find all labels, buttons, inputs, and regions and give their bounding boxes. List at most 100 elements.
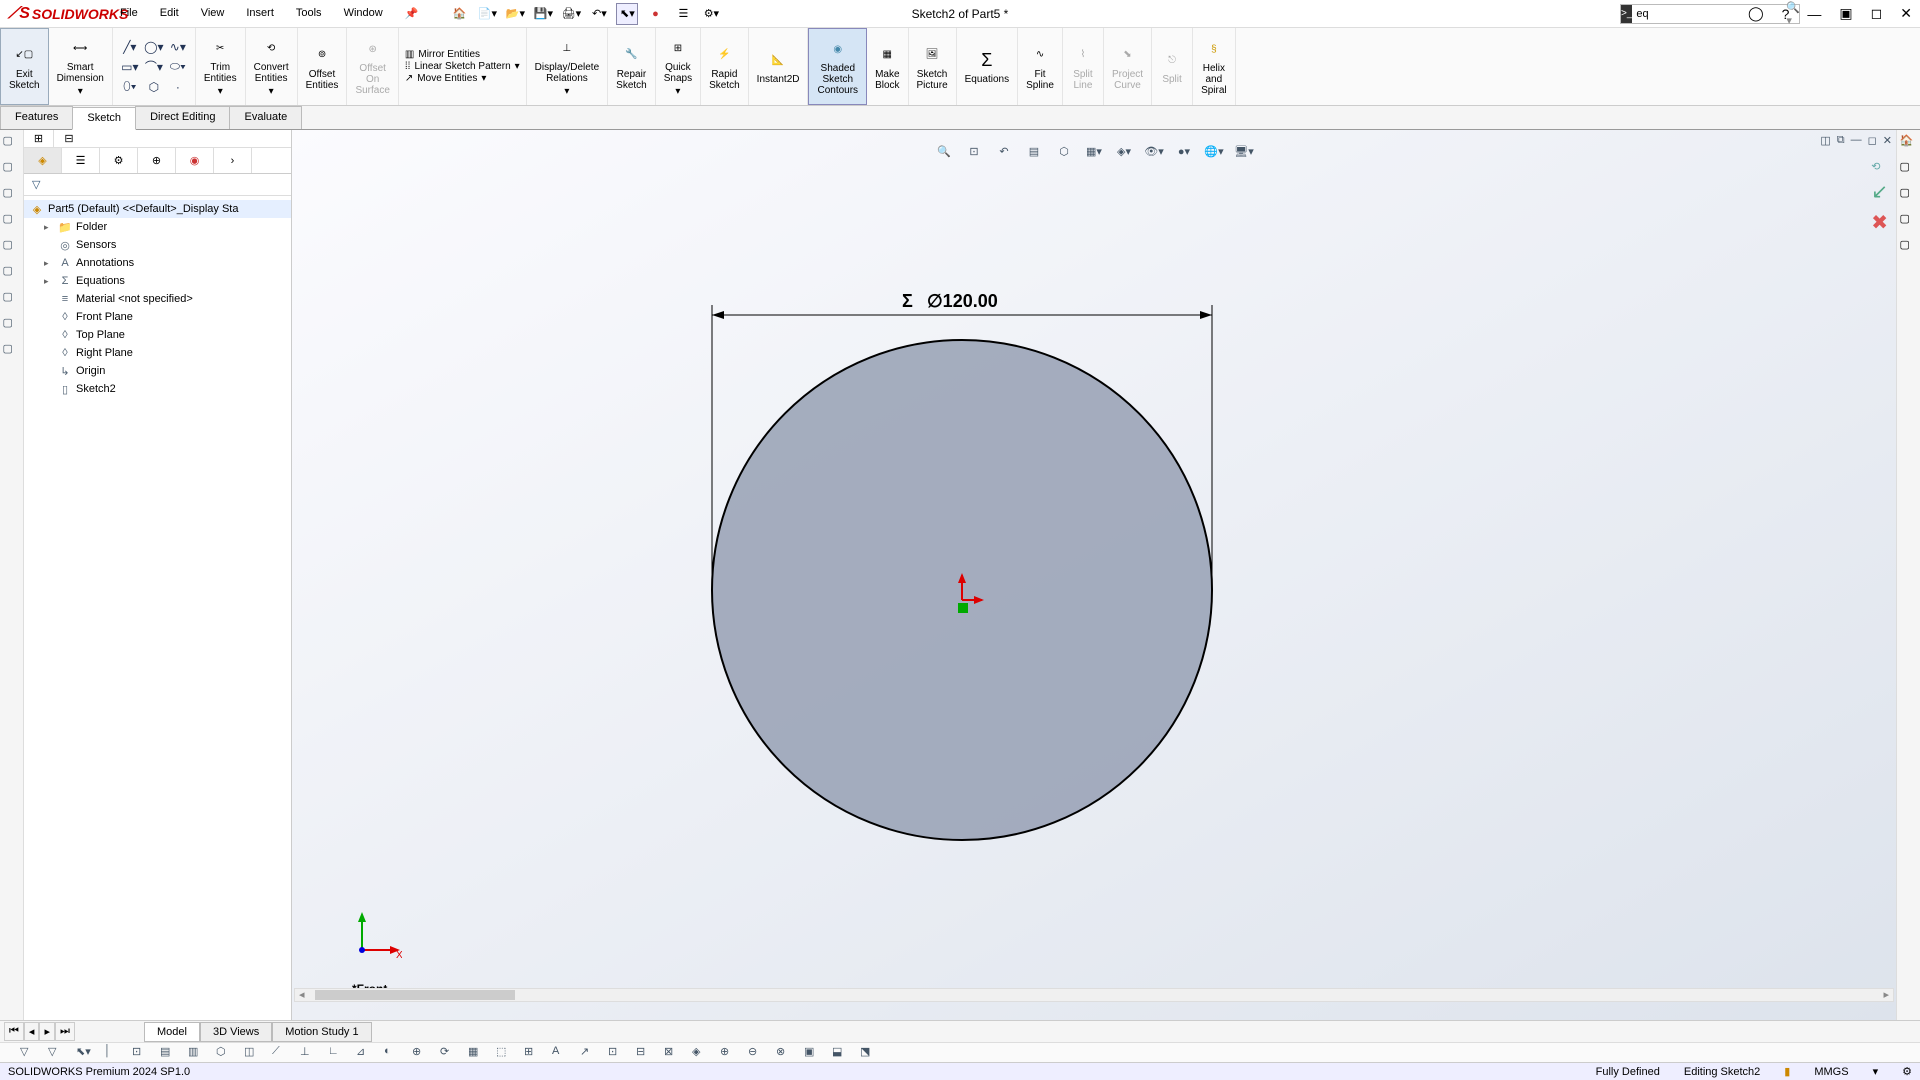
right-rail-icon-2[interactable]: ▢ xyxy=(1900,160,1918,178)
bt-icon-24[interactable]: ⊠ xyxy=(664,1045,682,1061)
tree-item-sensors[interactable]: ◎Sensors xyxy=(24,236,291,254)
polygon-tool-icon[interactable]: ⬡ xyxy=(143,78,165,96)
print-icon[interactable]: 🖨▾ xyxy=(560,3,582,25)
tree-item-front-plane[interactable]: ◊Front Plane xyxy=(24,308,291,326)
vp-min-icon[interactable]: — xyxy=(1851,134,1862,147)
tab-motion-study[interactable]: Motion Study 1 xyxy=(272,1022,371,1042)
minimize-icon[interactable]: — xyxy=(1803,4,1825,24)
rapid-sketch-button[interactable]: ⚡ Rapid Sketch xyxy=(701,28,749,105)
right-rail-icon-3[interactable]: ▢ xyxy=(1900,186,1918,204)
bt-icon-29[interactable]: ▣ xyxy=(804,1045,822,1061)
right-rail-icon-4[interactable]: ▢ xyxy=(1900,212,1918,230)
display-relations-button[interactable]: ⊥ Display/Delete Relations▾ xyxy=(527,28,608,105)
new-doc-icon[interactable]: 📄▾ xyxy=(476,3,498,25)
bt-icon-9[interactable]: ◫ xyxy=(244,1045,262,1061)
ellipse-tool-icon[interactable]: ⬯▾ xyxy=(119,78,141,96)
open-icon[interactable]: 📂▾ xyxy=(504,3,526,25)
tree-item-equations[interactable]: ▸ΣEquations xyxy=(24,272,291,290)
status-units-dropdown-icon[interactable]: ▾ xyxy=(1873,1065,1879,1078)
make-block-button[interactable]: ▦ Make Block xyxy=(867,28,908,105)
scrollbar-thumb[interactable] xyxy=(315,990,515,1000)
bt-icon-25[interactable]: ◈ xyxy=(692,1045,710,1061)
hide-show-icon[interactable]: ◈▾ xyxy=(1113,140,1135,162)
status-flag-icon[interactable]: ▮ xyxy=(1784,1065,1790,1078)
undo-icon[interactable]: ↶▾ xyxy=(588,3,610,25)
menu-pin-icon[interactable]: 📌 xyxy=(395,3,429,24)
menu-window[interactable]: Window xyxy=(334,3,393,24)
tab-next-icon[interactable]: ▸ xyxy=(39,1022,55,1041)
rail-icon-4[interactable]: ▢ xyxy=(3,212,21,230)
restore-icon[interactable]: ▣ xyxy=(1835,3,1856,24)
tree-item-annotations[interactable]: ▸AAnnotations xyxy=(24,254,291,272)
bt-icon-6[interactable]: ▤ xyxy=(160,1045,178,1061)
zoom-area-icon[interactable]: ⊡ xyxy=(963,140,985,162)
fit-spline-button[interactable]: ∿ Fit Spline xyxy=(1018,28,1063,105)
bt-icon-5[interactable]: ⊡ xyxy=(132,1045,150,1061)
tab-features[interactable]: Features xyxy=(0,106,73,129)
rebuild-icon[interactable]: ● xyxy=(644,3,666,25)
line-tool-icon[interactable]: ╱▾ xyxy=(119,38,141,56)
menu-edit[interactable]: Edit xyxy=(150,3,189,24)
menu-insert[interactable]: Insert xyxy=(236,3,284,24)
tree-item-top-plane[interactable]: ◊Top Plane xyxy=(24,326,291,344)
tab-last-icon[interactable]: ⏭ xyxy=(55,1022,75,1041)
rail-icon-7[interactable]: ▢ xyxy=(3,290,21,308)
offset-entities-button[interactable]: ⊚ Offset Entities xyxy=(298,28,348,105)
bt-icon-3[interactable]: ⬉▾ xyxy=(76,1045,94,1061)
horizontal-scrollbar[interactable]: ◂ ▸ xyxy=(294,988,1894,1002)
screen-icon[interactable]: 🖥▾ xyxy=(1233,140,1255,162)
bt-icon-11[interactable]: ⊥ xyxy=(300,1045,318,1061)
status-settings-icon[interactable]: ⚙ xyxy=(1902,1065,1912,1078)
linear-pattern-button[interactable]: ⁞⁞Linear Sketch Pattern▾ xyxy=(405,61,520,72)
fm-more-tab-icon[interactable]: › xyxy=(214,148,252,173)
tab-prev-icon[interactable]: ◂ xyxy=(24,1022,40,1041)
circle-tool-icon[interactable]: ◯▾ xyxy=(143,38,165,56)
exit-sketch-button[interactable]: ↙▢ Exit Sketch xyxy=(0,28,49,105)
vp-link-icon[interactable]: ⧉ xyxy=(1837,134,1845,147)
apply-scene-icon[interactable]: ●▾ xyxy=(1173,140,1195,162)
vp-newwin-icon[interactable]: ◫ xyxy=(1820,134,1830,147)
point-tool-icon[interactable]: · xyxy=(167,78,189,96)
graphics-viewport[interactable]: ◫ ⧉ — ◻ ✕ 🔍 ⊡ ↶ ▤ ⬡ ▦▾ ◈▾ 👁▾ ●▾ 🌐▾ 🖥▾ ⟲ … xyxy=(292,130,1896,1020)
bt-icon-7[interactable]: ▥ xyxy=(188,1045,206,1061)
bt-icon-15[interactable]: ⊕ xyxy=(412,1045,430,1061)
right-rail-icon-5[interactable]: ▢ xyxy=(1900,238,1918,256)
repair-sketch-button[interactable]: 🔧 Repair Sketch xyxy=(608,28,656,105)
bt-icon-23[interactable]: ⊟ xyxy=(636,1045,654,1061)
status-units[interactable]: MMGS xyxy=(1814,1066,1848,1078)
vp-close-icon[interactable]: ✕ xyxy=(1883,134,1892,147)
move-entities-button[interactable]: ↗Move Entities▾ xyxy=(405,73,520,84)
smart-dimension-button[interactable]: ⟷ Smart Dimension ▾ xyxy=(49,28,113,105)
bt-icon-20[interactable]: A xyxy=(552,1045,570,1061)
rotate-confirm-icon[interactable]: ⟲ xyxy=(1871,160,1888,173)
rail-icon-5[interactable]: ▢ xyxy=(3,238,21,256)
bt-icon-27[interactable]: ⊖ xyxy=(748,1045,766,1061)
fm-tree-tab-icon[interactable]: ◈ xyxy=(24,148,62,173)
rail-icon-6[interactable]: ▢ xyxy=(3,264,21,282)
bt-icon-13[interactable]: ⊿ xyxy=(356,1045,374,1061)
display-style-icon[interactable]: ▦▾ xyxy=(1083,140,1105,162)
fm-display-tab-icon[interactable]: ◉ xyxy=(176,148,214,173)
rect-tool-icon[interactable]: ▭▾ xyxy=(119,58,141,76)
helix-button[interactable]: § Helix and Spiral xyxy=(1193,28,1236,105)
vp-max-icon[interactable]: ◻ xyxy=(1868,134,1877,147)
quick-snaps-button[interactable]: ⊞ Quick Snaps▾ xyxy=(656,28,701,105)
section-view-icon[interactable]: ▤ xyxy=(1023,140,1045,162)
spline-tool-icon[interactable]: ∿▾ xyxy=(167,38,189,56)
tree-root[interactable]: ◈ Part5 (Default) <<Default>_Display Sta xyxy=(24,200,291,218)
bt-icon-19[interactable]: ⊞ xyxy=(524,1045,542,1061)
bt-icon-17[interactable]: ▦ xyxy=(468,1045,486,1061)
select-icon[interactable]: ⬉▾ xyxy=(616,3,638,25)
bt-icon-18[interactable]: ⬚ xyxy=(496,1045,514,1061)
bt-icon-1[interactable]: ▽ xyxy=(20,1045,38,1061)
panel-tab-icon-b[interactable]: ⊟ xyxy=(54,130,84,147)
zoom-fit-icon[interactable]: 🔍 xyxy=(933,140,955,162)
bt-icon-22[interactable]: ⊡ xyxy=(608,1045,626,1061)
scroll-right-icon[interactable]: ▸ xyxy=(1883,988,1889,1001)
tab-evaluate[interactable]: Evaluate xyxy=(229,106,302,129)
rail-icon-3[interactable]: ▢ xyxy=(3,186,21,204)
maximize-icon[interactable]: ◻ xyxy=(1867,3,1887,24)
options-icon[interactable]: ☰ xyxy=(672,3,694,25)
menu-tools[interactable]: Tools xyxy=(286,3,332,24)
bt-icon-8[interactable]: ⬡ xyxy=(216,1045,234,1061)
